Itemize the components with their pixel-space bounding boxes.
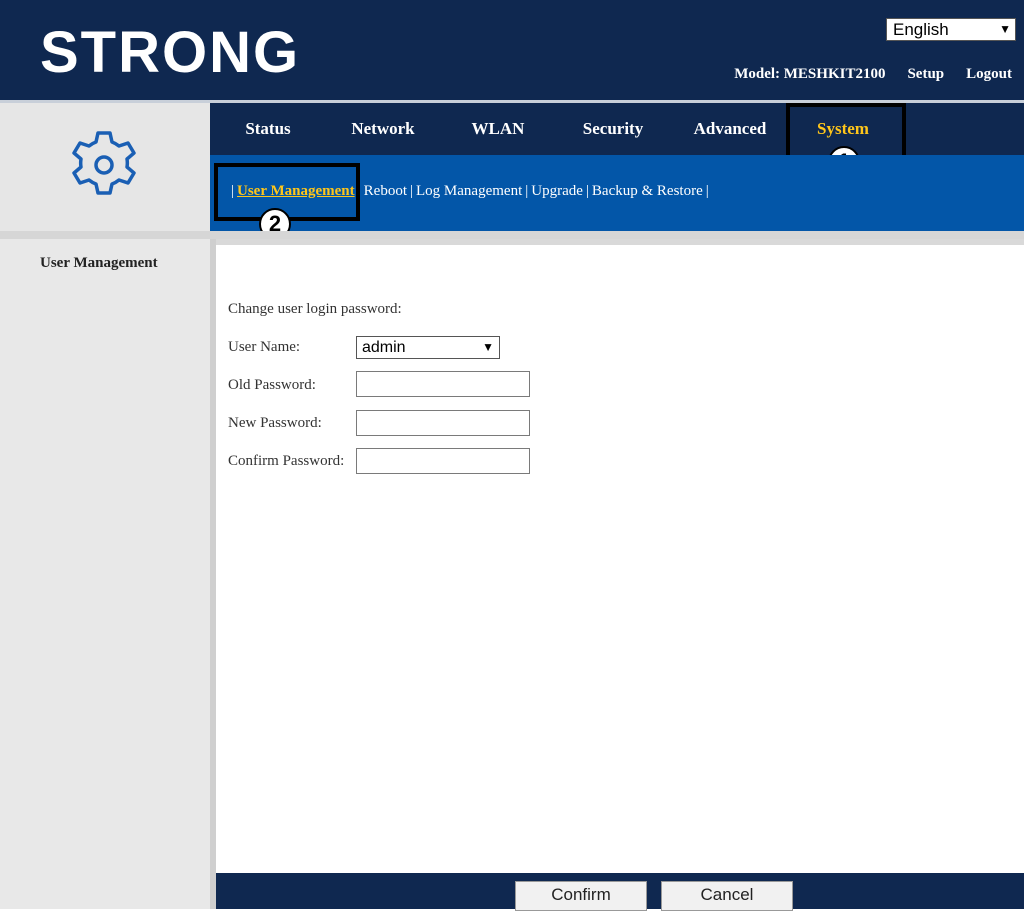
annotation-box-user-management <box>214 163 360 221</box>
confirm-password-label: Confirm Password: <box>228 453 345 469</box>
footer-bar: Confirm Cancel <box>216 873 1024 911</box>
language-selected: English <box>893 20 949 39</box>
user-name-value: admin <box>362 339 406 356</box>
subnav-backup-restore[interactable]: Backup & Restore <box>592 183 703 199</box>
model-label: Model: MESHKIT2100 <box>734 66 886 82</box>
chevron-down-icon: ▼ <box>482 340 494 354</box>
subnav-log-management[interactable]: Log Management <box>416 183 522 199</box>
user-name-select[interactable]: admin ▼ <box>356 336 500 359</box>
nav-advanced[interactable]: Advanced <box>680 103 780 155</box>
nav-wlan[interactable]: WLAN <box>458 103 538 155</box>
cancel-button[interactable]: Cancel <box>661 881 793 911</box>
user-name-label: User Name: <box>228 339 301 355</box>
chevron-down-icon: ▼ <box>999 22 1011 36</box>
strong-logo: STRONG <box>40 22 300 82</box>
language-select[interactable]: English ▼ <box>886 18 1016 41</box>
subnav-reboot[interactable]: Reboot <box>364 183 407 199</box>
svg-text:STRONG: STRONG <box>40 22 300 82</box>
setup-link[interactable]: Setup <box>907 66 944 86</box>
header-bar: STRONG English ▼ Model: MESHKIT2100 Setu… <box>0 0 1024 100</box>
old-password-label: Old Password: <box>228 377 316 393</box>
nav-network[interactable]: Network <box>338 103 428 155</box>
section-icon-box <box>0 103 210 231</box>
sidebar-item-user-management[interactable]: User Management <box>40 255 158 272</box>
nav-status[interactable]: Status <box>228 103 308 155</box>
sidebar: User Management <box>0 239 210 909</box>
confirm-button[interactable]: Confirm <box>515 881 647 911</box>
top-links: Model: MESHKIT2100 Setup Logout <box>734 66 1012 86</box>
new-password-input[interactable] <box>356 410 530 436</box>
old-password-input[interactable] <box>356 371 530 397</box>
subnav-upgrade[interactable]: Upgrade <box>531 183 583 199</box>
confirm-password-input[interactable] <box>356 448 530 474</box>
band-divider <box>0 231 1024 239</box>
logout-link[interactable]: Logout <box>966 66 1012 86</box>
form-title: Change user login password: <box>228 301 402 317</box>
nav-security[interactable]: Security <box>568 103 658 155</box>
new-password-label: New Password: <box>228 415 322 431</box>
gear-icon <box>72 131 136 195</box>
content-panel: Change user login password: User Name: a… <box>216 239 1024 873</box>
